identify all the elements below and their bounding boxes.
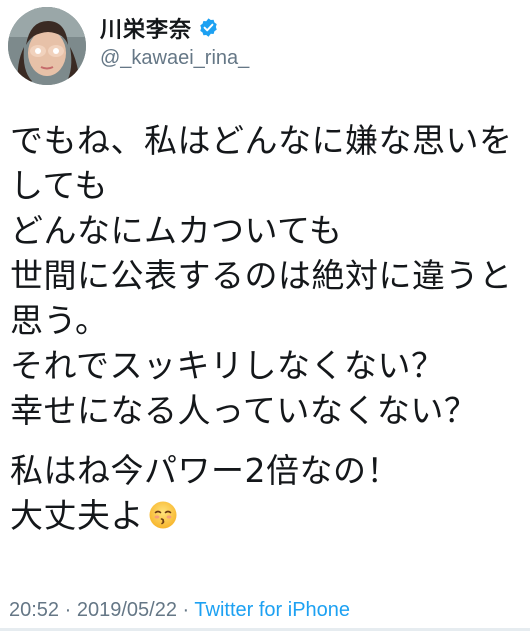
tweet-line: しても — [10, 166, 108, 205]
display-name[interactable]: 川栄李奈 — [100, 12, 192, 44]
author-names: 川栄李奈 @_kawaei_rina_ — [100, 13, 249, 70]
tweet-date[interactable]: 2019/05/22 — [77, 599, 177, 621]
tweet-header: 川栄李奈 @_kawaei_rina_ — [8, 6, 249, 86]
tweet-line: 私はね今パワー2倍なの！ — [10, 451, 400, 490]
tweet-line: 世間に公表するのは絶対に違うと — [10, 256, 513, 295]
meta-separator: · — [64, 599, 72, 621]
user-handle[interactable]: @_kawaei_rina_ — [100, 47, 249, 70]
tweet-line: それでスッキリしなくない？ — [10, 346, 445, 385]
avatar[interactable] — [8, 7, 86, 85]
tweet-text: でもね、私はどんなに嫌な思いを しても どんなにムカついても 世間に公表するのは… — [10, 118, 525, 538]
meta-separator: · — [182, 599, 190, 621]
avatar-photo-icon — [8, 7, 86, 85]
tweet-line: どんなにムカついても — [10, 211, 343, 250]
tweet-source-link[interactable]: Twitter for iPhone — [194, 599, 350, 621]
name-row: 川栄李奈 — [100, 13, 249, 43]
tweet-line-text: 大丈夫よ — [10, 496, 144, 535]
kissing-face-closed-eyes-emoji-icon — [148, 496, 178, 529]
tweet-line: 思う。 — [10, 301, 109, 340]
verified-badge-icon — [198, 17, 219, 38]
tweet-line-with-emoji: 大丈夫よ — [10, 493, 525, 538]
tweet-card: 川栄李奈 @_kawaei_rina_ でもね、私はどんなに嫌な思いを しても … — [0, 0, 530, 631]
tweet-paragraph-2: 私はね今パワー2倍なの！ 大丈夫よ — [10, 448, 525, 538]
tweet-line: 幸せになる人っていなくない？ — [10, 391, 478, 430]
tweet-line: でもね、私はどんなに嫌な思いを — [10, 121, 513, 160]
tweet-time[interactable]: 20:52 — [9, 599, 59, 621]
tweet-meta: 20:52 · 2019/05/22 · Twitter for iPhone — [9, 599, 350, 622]
tweet-paragraph-1: でもね、私はどんなに嫌な思いを しても どんなにムカついても 世間に公表するのは… — [10, 118, 525, 433]
